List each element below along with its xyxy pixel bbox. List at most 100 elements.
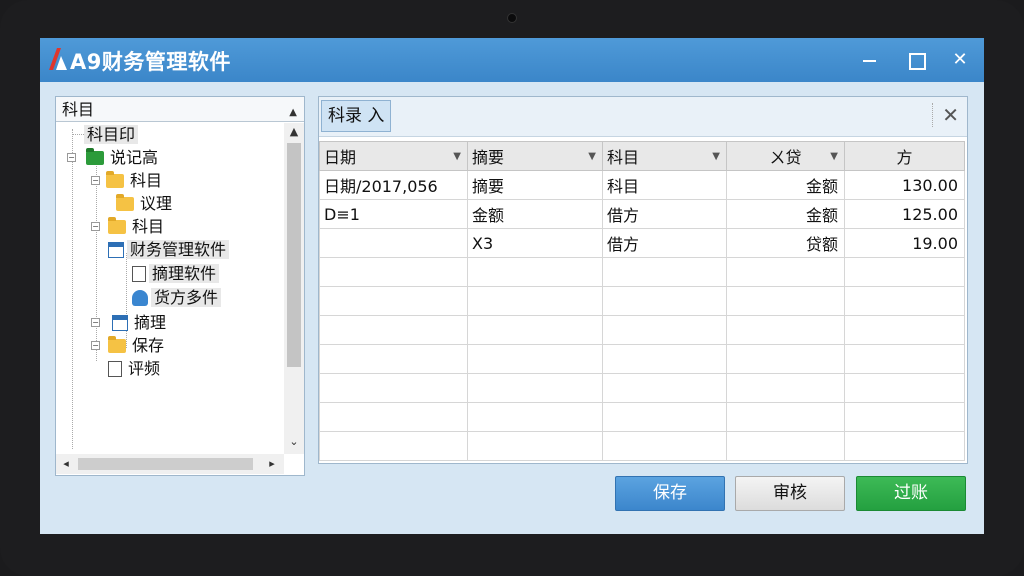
tree-horizontal-scrollbar[interactable]: ◂ ▸ [56,454,284,474]
table-cell[interactable]: 金额 [726,170,845,200]
table-cell[interactable] [844,402,965,432]
scroll-thumb[interactable] [78,458,253,470]
table-cell[interactable] [319,286,468,316]
tree-node[interactable]: 科目 [106,169,165,192]
dropdown-arrow-icon[interactable]: ▼ [712,151,720,162]
minimize-button[interactable] [858,48,882,72]
table-cell[interactable]: 130.00 [844,170,965,200]
table-cell[interactable] [844,344,965,374]
dropdown-arrow-icon[interactable]: ▼ [588,151,596,162]
collapse-toggle[interactable]: − [91,318,100,327]
tree-node[interactable]: 保存 [108,334,167,357]
table-cell[interactable] [602,286,727,316]
tree-node[interactable]: 货方多件 [132,286,222,309]
table-cell[interactable] [319,228,468,258]
table-cell[interactable] [467,373,603,403]
table-row[interactable] [319,257,965,287]
table-cell[interactable] [726,402,845,432]
table-cell[interactable] [467,315,603,345]
collapse-toggle[interactable]: − [67,153,76,162]
table-cell[interactable] [319,344,468,374]
column-header-account[interactable]: 科目 ▼ [602,141,727,171]
table-cell[interactable] [602,344,727,374]
table-row[interactable] [319,344,965,374]
table-cell[interactable] [844,257,965,287]
table-cell[interactable] [319,402,468,432]
table-cell[interactable] [844,373,965,403]
table-cell[interactable] [726,257,845,287]
table-cell[interactable] [602,257,727,287]
table-cell[interactable] [726,431,845,461]
table-cell[interactable] [602,402,727,432]
table-cell[interactable] [319,315,468,345]
scroll-right-icon[interactable]: ▸ [262,457,282,470]
table-cell[interactable] [467,344,603,374]
table-row[interactable] [319,402,965,432]
table-cell[interactable] [726,315,845,345]
tree-node[interactable]: 议理 [116,192,175,215]
close-window-button[interactable]: ✕ [948,48,972,72]
tree-node[interactable]: 科目印 [84,123,139,146]
table-cell[interactable] [467,431,603,461]
collapse-toggle[interactable]: − [91,176,100,185]
scroll-thumb[interactable] [287,143,301,367]
table-cell[interactable] [602,373,727,403]
save-button[interactable]: 保存 [615,476,725,511]
tree-vertical-scrollbar[interactable]: ▲ ⌄ [284,123,304,454]
close-tab-icon[interactable]: ✕ [932,103,959,127]
table-cell[interactable] [319,431,468,461]
scroll-down-icon[interactable]: ⌄ [284,435,304,448]
table-cell[interactable] [844,286,965,316]
audit-button[interactable]: 审核 [735,476,845,511]
column-header-credit[interactable]: ㄨ贷 ▼ [726,141,845,171]
table-cell[interactable]: 19.00 [844,228,965,258]
table-cell[interactable] [726,373,845,403]
table-cell[interactable]: 金额 [467,199,603,229]
table-cell[interactable]: 科目 [602,170,727,200]
tree-node[interactable]: 财务管理软件 [108,238,230,261]
table-row[interactable] [319,431,965,461]
tree-node[interactable]: 摘理 [112,311,169,334]
table-row[interactable]: 日期/2017,056 摘要 科目 金额 130.00 [319,170,965,200]
table-cell[interactable] [844,315,965,345]
scroll-up-icon[interactable]: ▲ [284,125,304,138]
table-cell[interactable] [467,402,603,432]
table-cell[interactable]: 125.00 [844,199,965,229]
tree-node[interactable]: 摘理软件 [132,262,220,285]
table-cell[interactable] [602,315,727,345]
tree-node[interactable]: 科目 [108,215,167,238]
table-cell[interactable]: 贷额 [726,228,845,258]
table-cell[interactable] [726,344,845,374]
table-cell[interactable] [726,286,845,316]
table-cell[interactable]: D≡1 [319,199,468,229]
tree-node[interactable]: 说记高 [86,146,161,169]
sort-arrow-icon[interactable]: ▲ [289,100,297,125]
table-cell[interactable] [844,431,965,461]
tree-node[interactable]: 评频 [108,357,163,380]
table-cell[interactable]: 日期/2017,056 [319,170,468,200]
table-cell[interactable]: 金额 [726,199,845,229]
tree-header[interactable]: 科目 ▲ [56,97,304,122]
scroll-left-icon[interactable]: ◂ [56,457,76,470]
table-row[interactable] [319,286,965,316]
tab-voucher-entry[interactable]: 科录 入 [321,100,392,132]
dropdown-arrow-icon[interactable]: ▼ [453,151,461,162]
table-cell[interactable] [467,286,603,316]
column-header-summary[interactable]: 摘要 ▼ [467,141,603,171]
table-cell[interactable]: X3 [467,228,603,258]
post-button[interactable]: 过账 [856,476,966,511]
maximize-button[interactable] [904,48,928,72]
table-cell[interactable] [319,373,468,403]
collapse-toggle[interactable]: − [91,222,100,231]
table-cell[interactable] [467,257,603,287]
dropdown-arrow-icon[interactable]: ▼ [830,151,838,162]
table-cell[interactable] [602,431,727,461]
table-row[interactable]: D≡1 金额 借方 金额 125.00 [319,199,965,229]
table-row[interactable] [319,373,965,403]
collapse-toggle[interactable]: − [91,341,100,350]
table-row[interactable]: X3 借方 贷额 19.00 [319,228,965,258]
table-cell[interactable]: 借方 [602,228,727,258]
table-cell[interactable]: 借方 [602,199,727,229]
column-header-date[interactable]: 日期 ▼ [319,141,468,171]
table-cell[interactable]: 摘要 [467,170,603,200]
